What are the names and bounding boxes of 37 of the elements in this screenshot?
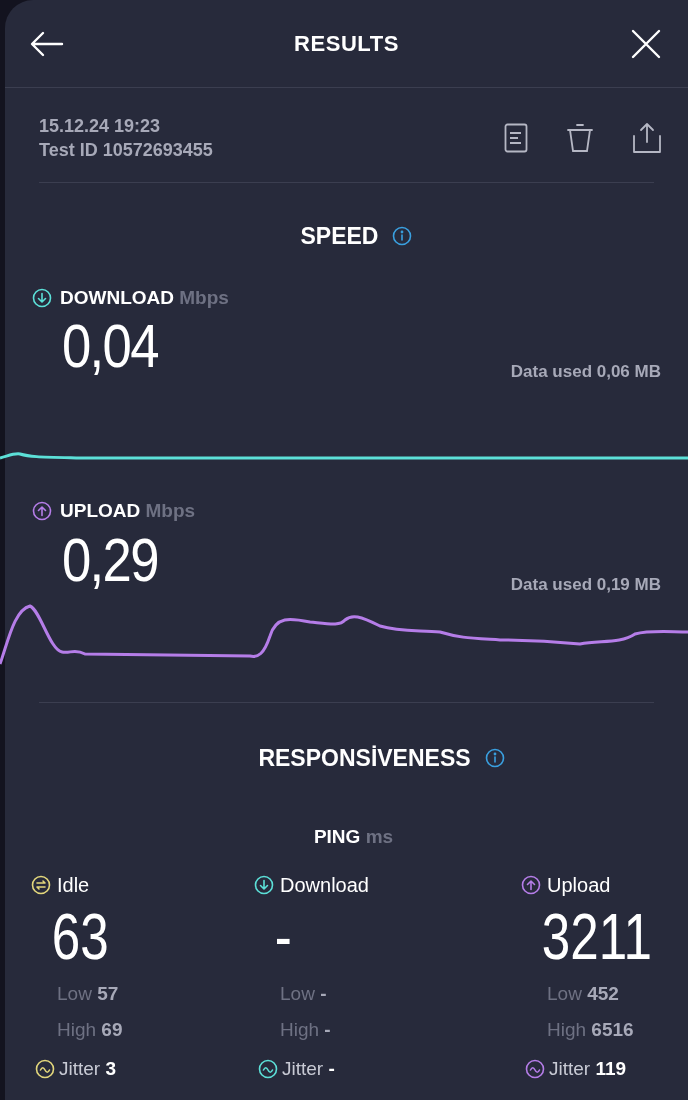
data-used: Data used 0,19 MB <box>510 574 661 596</box>
test-id: Test ID 10572693455 <box>39 139 213 162</box>
back-arrow-icon <box>30 30 64 57</box>
wave-icon <box>258 1058 278 1079</box>
metric-label: DOWNLOAD Mbps <box>60 285 229 310</box>
ping-high: High 69 <box>56 1018 124 1042</box>
ping-high: High - <box>279 1018 332 1042</box>
jitter-value: Jitter 119 <box>549 1056 627 1081</box>
info-icon[interactable] <box>392 226 413 247</box>
document-icon[interactable] <box>504 123 528 153</box>
trash-icon[interactable] <box>566 123 594 153</box>
ping-low: Low 57 <box>56 981 120 1006</box>
test-datetime: 15.12.24 19:23 <box>39 115 162 138</box>
share-icon[interactable] <box>632 122 662 154</box>
data-used: Data used 0,06 MB <box>510 360 661 383</box>
ping-phase-label: Idle <box>57 872 90 898</box>
ping-label: PING ms <box>313 825 394 849</box>
wave-icon <box>525 1058 545 1079</box>
speed-value: 0,04 <box>62 310 158 382</box>
metric-label: UPLOAD Mbps <box>60 499 196 523</box>
ping-low: Low 452 <box>546 981 620 1006</box>
speed-value: 0,29 <box>62 523 158 596</box>
info-icon[interactable] <box>484 747 505 768</box>
wave-icon <box>35 1058 55 1079</box>
screen-title: RESULTS <box>294 30 399 58</box>
ping-value: 63 <box>50 899 109 974</box>
jitter-value: Jitter - <box>282 1056 335 1081</box>
jitter-value: Jitter 3 <box>59 1056 117 1081</box>
section-title: RESPONSİVENESS <box>258 743 471 773</box>
section-title: SPEED <box>300 222 379 251</box>
ping-value: - <box>273 899 292 974</box>
ping-high: High 6516 <box>546 1018 635 1042</box>
ping-phase-label: Download <box>280 872 369 898</box>
ping-phase-label: Upload <box>547 872 611 898</box>
ping-value: 3211 <box>540 899 652 974</box>
ping-low: Low - <box>279 981 328 1006</box>
close-icon <box>631 28 661 59</box>
